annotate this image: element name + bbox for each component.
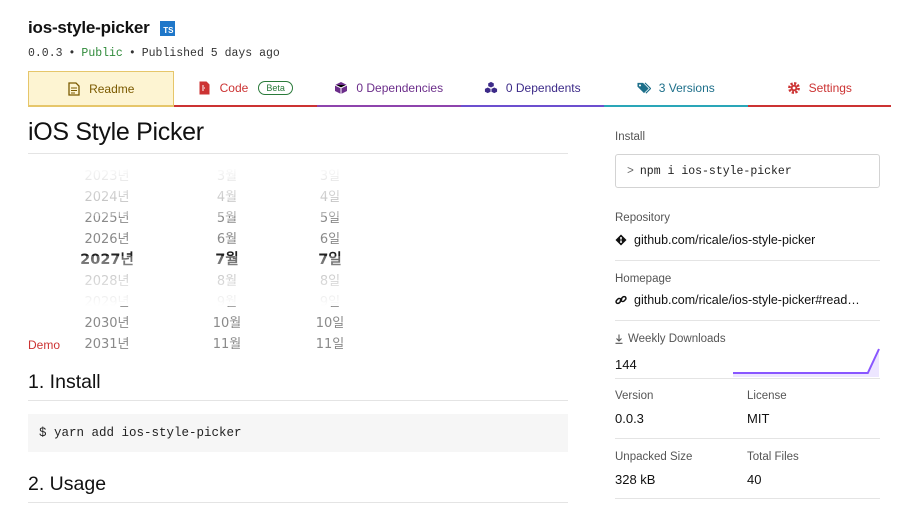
gear-icon bbox=[787, 81, 801, 95]
picker-option: 3월 bbox=[216, 169, 238, 184]
weekly-downloads-count: 144 bbox=[615, 357, 637, 372]
picker-option: 11월 bbox=[212, 337, 242, 352]
package-title-row: ios-style-picker TS bbox=[28, 18, 280, 38]
picker-option: 4일 bbox=[319, 190, 341, 205]
meta-separator: • bbox=[68, 47, 76, 60]
picker-option: 9월 bbox=[216, 295, 238, 310]
readme-title: iOS Style Picker bbox=[28, 118, 568, 154]
link-icon bbox=[615, 295, 627, 305]
install-command: npm i ios-style-picker bbox=[639, 165, 792, 178]
picker-day-column: 3일 4일 5일 6일 7일 8일 9일 10일 11일 bbox=[310, 166, 350, 355]
picker-option: 2027년 bbox=[80, 252, 134, 268]
package-version: 0.0.3 bbox=[28, 47, 63, 60]
tab-settings-label: Settings bbox=[808, 81, 852, 95]
total-files-label: Total Files bbox=[747, 451, 799, 463]
picker-option: 4월 bbox=[216, 190, 238, 205]
readme-content: iOS Style Picker 2023년 2024년 2025년 2026년 202… bbox=[28, 118, 568, 352]
tab-dependencies-label: 0 Dependencies bbox=[356, 81, 444, 95]
picker-option: 10월 bbox=[212, 316, 242, 331]
divider bbox=[615, 498, 880, 499]
tab-dependencies[interactable]: 0 Dependencies bbox=[317, 71, 461, 107]
version-label: Version bbox=[615, 390, 654, 402]
picker-option: 7일 bbox=[318, 252, 342, 268]
demo-link[interactable]: Demo bbox=[28, 338, 60, 352]
picker-option: 9일 bbox=[319, 295, 341, 310]
unpacked-size-label: Unpacked Size bbox=[615, 451, 693, 463]
divider bbox=[615, 320, 880, 321]
version-value: 0.0.3 bbox=[615, 411, 644, 426]
package-header: ios-style-picker TS 0.0.3 • Public • Pub… bbox=[28, 18, 280, 60]
box-icon bbox=[334, 81, 348, 95]
divider bbox=[615, 438, 880, 439]
picker-option: 11일 bbox=[315, 337, 345, 352]
picker-demo-image: 2023년 2024년 2025년 2026년 2027년 2028년 2029년 2030년… bbox=[42, 166, 402, 352]
picker-option: 2028년 bbox=[84, 274, 130, 289]
beta-badge: Beta bbox=[258, 81, 293, 95]
install-code-block: $ yarn add ios-style-picker bbox=[28, 414, 568, 452]
picker-option: 6월 bbox=[216, 232, 238, 247]
homepage-label: Homepage bbox=[615, 273, 672, 285]
terminal-prompt-icon: > bbox=[627, 165, 634, 178]
package-tabs: Readme Code Beta 0 Dependencies 0 Depend… bbox=[28, 71, 891, 107]
picker-option: 2029년 bbox=[84, 295, 130, 310]
file-code-icon bbox=[198, 81, 212, 95]
repository-link[interactable]: github.com/ricale/ios-style-picker bbox=[615, 233, 880, 247]
picker-year-column: 2023년 2024년 2025년 2026년 2027년 2028년 2029년 2030년… bbox=[72, 166, 142, 355]
meta-separator: • bbox=[128, 47, 136, 60]
picker-option: 3일 bbox=[319, 169, 341, 184]
homepage-url: github.com/ricale/ios-style-picker#read… bbox=[634, 293, 860, 307]
downloads-sparkline bbox=[733, 348, 880, 377]
picker-option: 2030년 bbox=[84, 316, 130, 331]
tab-code[interactable]: Code Beta bbox=[173, 71, 317, 107]
tab-readme-label: Readme bbox=[89, 81, 135, 96]
picker-option: 5월 bbox=[216, 211, 238, 226]
picker-option: 2024년 bbox=[84, 190, 130, 205]
typescript-icon: TS bbox=[159, 20, 175, 36]
install-heading: 1. Install bbox=[28, 371, 568, 401]
tab-settings[interactable]: Settings bbox=[747, 71, 891, 107]
picker-option: 2031년 bbox=[84, 337, 130, 352]
visibility-badge: Public bbox=[81, 47, 123, 60]
tab-dependents-label: 0 Dependents bbox=[505, 81, 581, 95]
install-command-box[interactable]: > npm i ios-style-picker bbox=[615, 154, 880, 188]
weekly-downloads-label: Weekly Downloads bbox=[628, 333, 726, 345]
boxes-icon bbox=[484, 81, 498, 95]
homepage-link[interactable]: github.com/ricale/ios-style-picker#read… bbox=[615, 293, 880, 307]
package-meta: 0.0.3 • Public • Published 5 days ago bbox=[28, 47, 280, 60]
license-label: License bbox=[747, 390, 787, 402]
unpacked-size-value: 328 kB bbox=[615, 472, 656, 487]
picker-option: 8일 bbox=[319, 274, 341, 289]
picker-option: 8월 bbox=[216, 274, 238, 289]
repository-url: github.com/ricale/ios-style-picker bbox=[634, 233, 816, 247]
download-icon bbox=[615, 334, 623, 344]
picker-option: 2026년 bbox=[84, 232, 130, 247]
picker-month-column: 3월 4월 5월 6월 7월 8월 9월 10월 11월 bbox=[202, 166, 252, 355]
install-label: Install bbox=[615, 131, 646, 143]
picker-option: 6일 bbox=[319, 232, 341, 247]
usage-heading: 2. Usage bbox=[28, 473, 568, 503]
picker-option: 10일 bbox=[315, 316, 345, 331]
license-value: MIT bbox=[747, 411, 770, 426]
picker-option: 5일 bbox=[319, 211, 341, 226]
tab-readme[interactable]: Readme bbox=[28, 71, 174, 107]
weekly-downloads-header: Weekly Downloads bbox=[615, 333, 726, 345]
sparkline-line bbox=[733, 348, 880, 374]
tab-versions[interactable]: 3 Versions bbox=[604, 71, 748, 107]
picker-option: 7월 bbox=[215, 252, 239, 268]
tags-icon bbox=[637, 81, 651, 95]
repository-label: Repository bbox=[615, 212, 670, 224]
published-date: Published 5 days ago bbox=[141, 47, 280, 60]
divider bbox=[615, 260, 880, 261]
tab-code-label: Code bbox=[219, 81, 249, 95]
tab-dependents[interactable]: 0 Dependents bbox=[460, 71, 604, 107]
tab-versions-label: 3 Versions bbox=[658, 81, 715, 95]
git-diamond-icon bbox=[615, 234, 627, 246]
picker-option: 2023년 bbox=[84, 169, 130, 184]
document-icon bbox=[67, 81, 81, 96]
total-files-value: 40 bbox=[747, 472, 762, 487]
picker-option: 2025년 bbox=[84, 211, 130, 226]
divider bbox=[615, 378, 880, 379]
package-name: ios-style-picker bbox=[28, 18, 150, 37]
